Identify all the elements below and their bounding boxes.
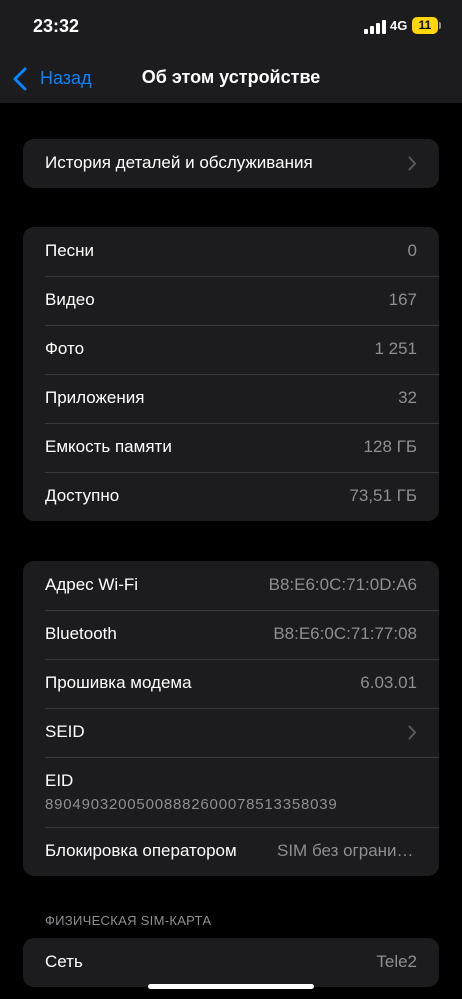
bluetooth-value: B8:E6:0C:71:77:08 [273, 624, 417, 643]
back-label: Назад [40, 68, 92, 88]
home-indicator[interactable] [148, 984, 314, 989]
sim-card-group: Сеть Tele2 [23, 938, 439, 987]
eid-value: 89049032005008882600078513358039 [45, 796, 338, 813]
chevron-left-icon [13, 67, 27, 91]
stat-row-videos: Видео 167 [23, 276, 439, 325]
service-history-card: История деталей и обслуживания [23, 139, 439, 188]
stat-value: 128 ГБ [363, 437, 417, 456]
wifi-address-label: Адрес Wi-Fi [45, 575, 139, 594]
carrier-lock-value: SIM без ограничений [277, 841, 417, 860]
carrier-lock-row: Блокировка оператором SIM без ограничени… [23, 827, 439, 876]
eid-row: EID 89049032005008882600078513358039 [23, 757, 439, 827]
stat-row-available: Доступно 73,51 ГБ [23, 472, 439, 521]
bluetooth-label: Bluetooth [45, 624, 117, 643]
carrier-lock-label: Блокировка оператором [45, 841, 237, 860]
sim-section-header: ФИЗИЧЕСКАЯ SIM-КАРТА [45, 913, 212, 928]
status-bar: 23:32 4G 11 [0, 0, 462, 55]
network-info-card: Адрес Wi-Fi B8:E6:0C:71:0D:A6 Bluetooth … [23, 561, 439, 876]
eid-label: EID [45, 771, 74, 790]
wifi-address-row: Адрес Wi-Fi B8:E6:0C:71:0D:A6 [23, 561, 439, 610]
modem-firmware-row: Прошивка модема 6.03.01 [23, 659, 439, 708]
chevron-right-icon [408, 725, 416, 740]
stat-label: Фото [45, 339, 85, 358]
bluetooth-row: Bluetooth B8:E6:0C:71:77:08 [23, 610, 439, 659]
stat-label: Емкость памяти [45, 437, 172, 456]
battery-tip [439, 22, 441, 29]
wifi-address-value: B8:E6:0C:71:0D:A6 [268, 575, 417, 594]
modem-firmware-label: Прошивка модема [45, 673, 192, 692]
page-title: Об этом устройстве [141, 67, 321, 87]
stat-row-photos: Фото 1 251 [23, 325, 439, 374]
sim-network-row: Сеть Tele2 [23, 938, 439, 987]
service-history-label: История деталей и обслуживания [45, 153, 313, 172]
signal-icon [364, 20, 386, 34]
battery-icon: 11 [412, 17, 438, 34]
stat-value: 167 [388, 290, 417, 309]
stat-row-capacity: Емкость памяти 128 ГБ [23, 423, 439, 472]
service-history-row[interactable]: История деталей и обслуживания [23, 139, 439, 188]
usage-stats-card: Песни 0 Видео 167 Фото 1 251 Приложения … [23, 227, 439, 521]
stat-label: Видео [45, 290, 95, 309]
stat-label: Доступно [45, 486, 120, 505]
stat-value: 32 [398, 388, 417, 407]
stat-value: 73,51 ГБ [349, 486, 417, 505]
modem-firmware-value: 6.03.01 [360, 673, 417, 692]
stat-row-songs: Песни 0 [23, 227, 439, 276]
network-type: 4G [390, 18, 408, 33]
navigation-bar: Назад Об этом устройстве [0, 55, 462, 103]
seid-row[interactable]: SEID [23, 708, 439, 757]
stat-value: 1 251 [374, 339, 417, 358]
sim-network-value: Tele2 [376, 952, 417, 971]
status-time: 23:32 [33, 16, 80, 36]
sim-network-label: Сеть [45, 952, 83, 971]
stat-label: Приложения [45, 388, 145, 407]
seid-label: SEID [45, 722, 85, 741]
stat-row-apps: Приложения 32 [23, 374, 439, 423]
stat-value: 0 [407, 241, 417, 260]
chevron-right-icon [408, 156, 416, 171]
stat-label: Песни [45, 241, 95, 260]
